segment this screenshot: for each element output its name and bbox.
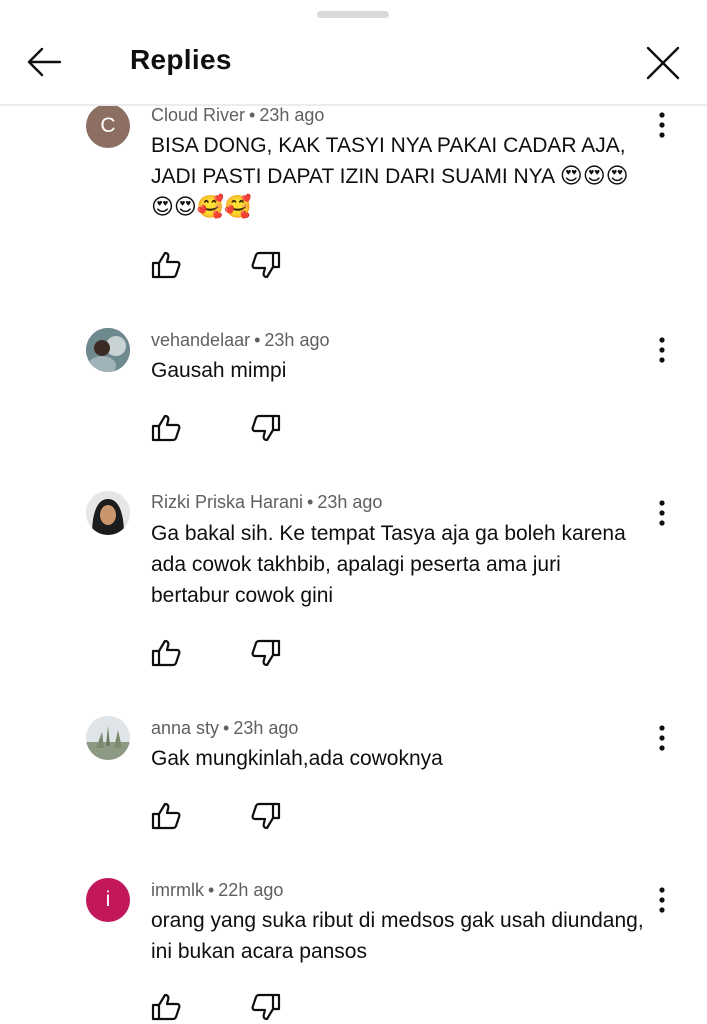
avatar-photo xyxy=(86,491,130,535)
back-button[interactable] xyxy=(22,40,66,84)
author-name[interactable]: vehandelaar xyxy=(151,330,250,350)
author-name[interactable]: Cloud River xyxy=(151,105,245,125)
arrow-left-icon xyxy=(27,47,62,77)
timestamp: 22h ago xyxy=(218,880,284,900)
more-vert-icon xyxy=(659,887,665,913)
more-vert-icon xyxy=(659,500,665,526)
avatar-photo xyxy=(86,328,130,372)
replies-header: Replies xyxy=(0,0,707,106)
avatar[interactable] xyxy=(86,491,130,535)
timestamp: 23h ago xyxy=(264,330,330,350)
thumbs-up-icon xyxy=(151,993,181,1021)
more-vert-icon xyxy=(659,725,665,751)
thumbs-down-icon xyxy=(251,414,281,442)
avatar-photo xyxy=(86,716,130,760)
close-button[interactable] xyxy=(640,40,686,86)
dislike-button[interactable] xyxy=(249,411,283,445)
timestamp: 23h ago xyxy=(259,105,325,125)
more-options-button[interactable] xyxy=(648,496,676,530)
thumbs-up-icon xyxy=(151,251,181,279)
replies-sheet: Replies C Cloud River • 23h ago BISA DONG,… xyxy=(0,0,707,1024)
reply-text: Gak mungkinlah,ada cowoknya xyxy=(151,747,443,770)
page-title: Replies xyxy=(130,44,232,75)
reply-meta: Rizki Priska Harani • 23h ago xyxy=(151,492,383,512)
thumbs-down-icon xyxy=(251,802,281,830)
more-vert-icon xyxy=(659,112,665,138)
dislike-button[interactable] xyxy=(249,636,283,670)
reply-text: Gausah mimpi xyxy=(151,359,287,382)
reply-meta: Cloud River • 23h ago xyxy=(151,105,325,125)
like-button[interactable] xyxy=(149,248,183,282)
avatar[interactable] xyxy=(86,716,130,760)
avatar[interactable]: i xyxy=(86,878,130,922)
dislike-button[interactable] xyxy=(249,248,283,282)
reply-text: orang yang suka ribut di medsos gak usah… xyxy=(151,909,644,963)
reply-meta: anna sty • 23h ago xyxy=(151,718,299,738)
close-icon xyxy=(646,46,680,80)
timestamp: 23h ago xyxy=(233,718,299,738)
reply-meta: imrmlk • 22h ago xyxy=(151,880,284,900)
like-button[interactable] xyxy=(149,990,183,1024)
dislike-button[interactable] xyxy=(249,799,283,833)
avatar[interactable]: C xyxy=(86,104,130,148)
dislike-button[interactable] xyxy=(249,990,283,1024)
author-name[interactable]: Rizki Priska Harani xyxy=(151,492,303,512)
like-button[interactable] xyxy=(149,799,183,833)
more-options-button[interactable] xyxy=(648,333,676,367)
author-name[interactable]: imrmlk xyxy=(151,880,204,900)
more-options-button[interactable] xyxy=(648,108,676,142)
more-vert-icon xyxy=(659,337,665,363)
more-options-button[interactable] xyxy=(648,721,676,755)
thumbs-up-icon xyxy=(151,414,181,442)
reply-text: Ga bakal sih. Ke tempat Tasya aja ga bol… xyxy=(151,522,626,607)
avatar[interactable] xyxy=(86,328,130,372)
thumbs-down-icon xyxy=(251,251,281,279)
reply-text: BISA DONG, KAK TASYI NYA PAKAI CADAR AJA… xyxy=(151,134,629,220)
more-options-button[interactable] xyxy=(648,883,676,917)
thumbs-up-icon xyxy=(151,639,181,667)
thumbs-down-icon xyxy=(251,993,281,1021)
thumbs-up-icon xyxy=(151,802,181,830)
timestamp: 23h ago xyxy=(317,492,383,512)
like-button[interactable] xyxy=(149,636,183,670)
author-name[interactable]: anna sty xyxy=(151,718,219,738)
reply-meta: vehandelaar • 23h ago xyxy=(151,330,330,350)
like-button[interactable] xyxy=(149,411,183,445)
drag-handle[interactable] xyxy=(317,11,389,18)
thumbs-down-icon xyxy=(251,639,281,667)
